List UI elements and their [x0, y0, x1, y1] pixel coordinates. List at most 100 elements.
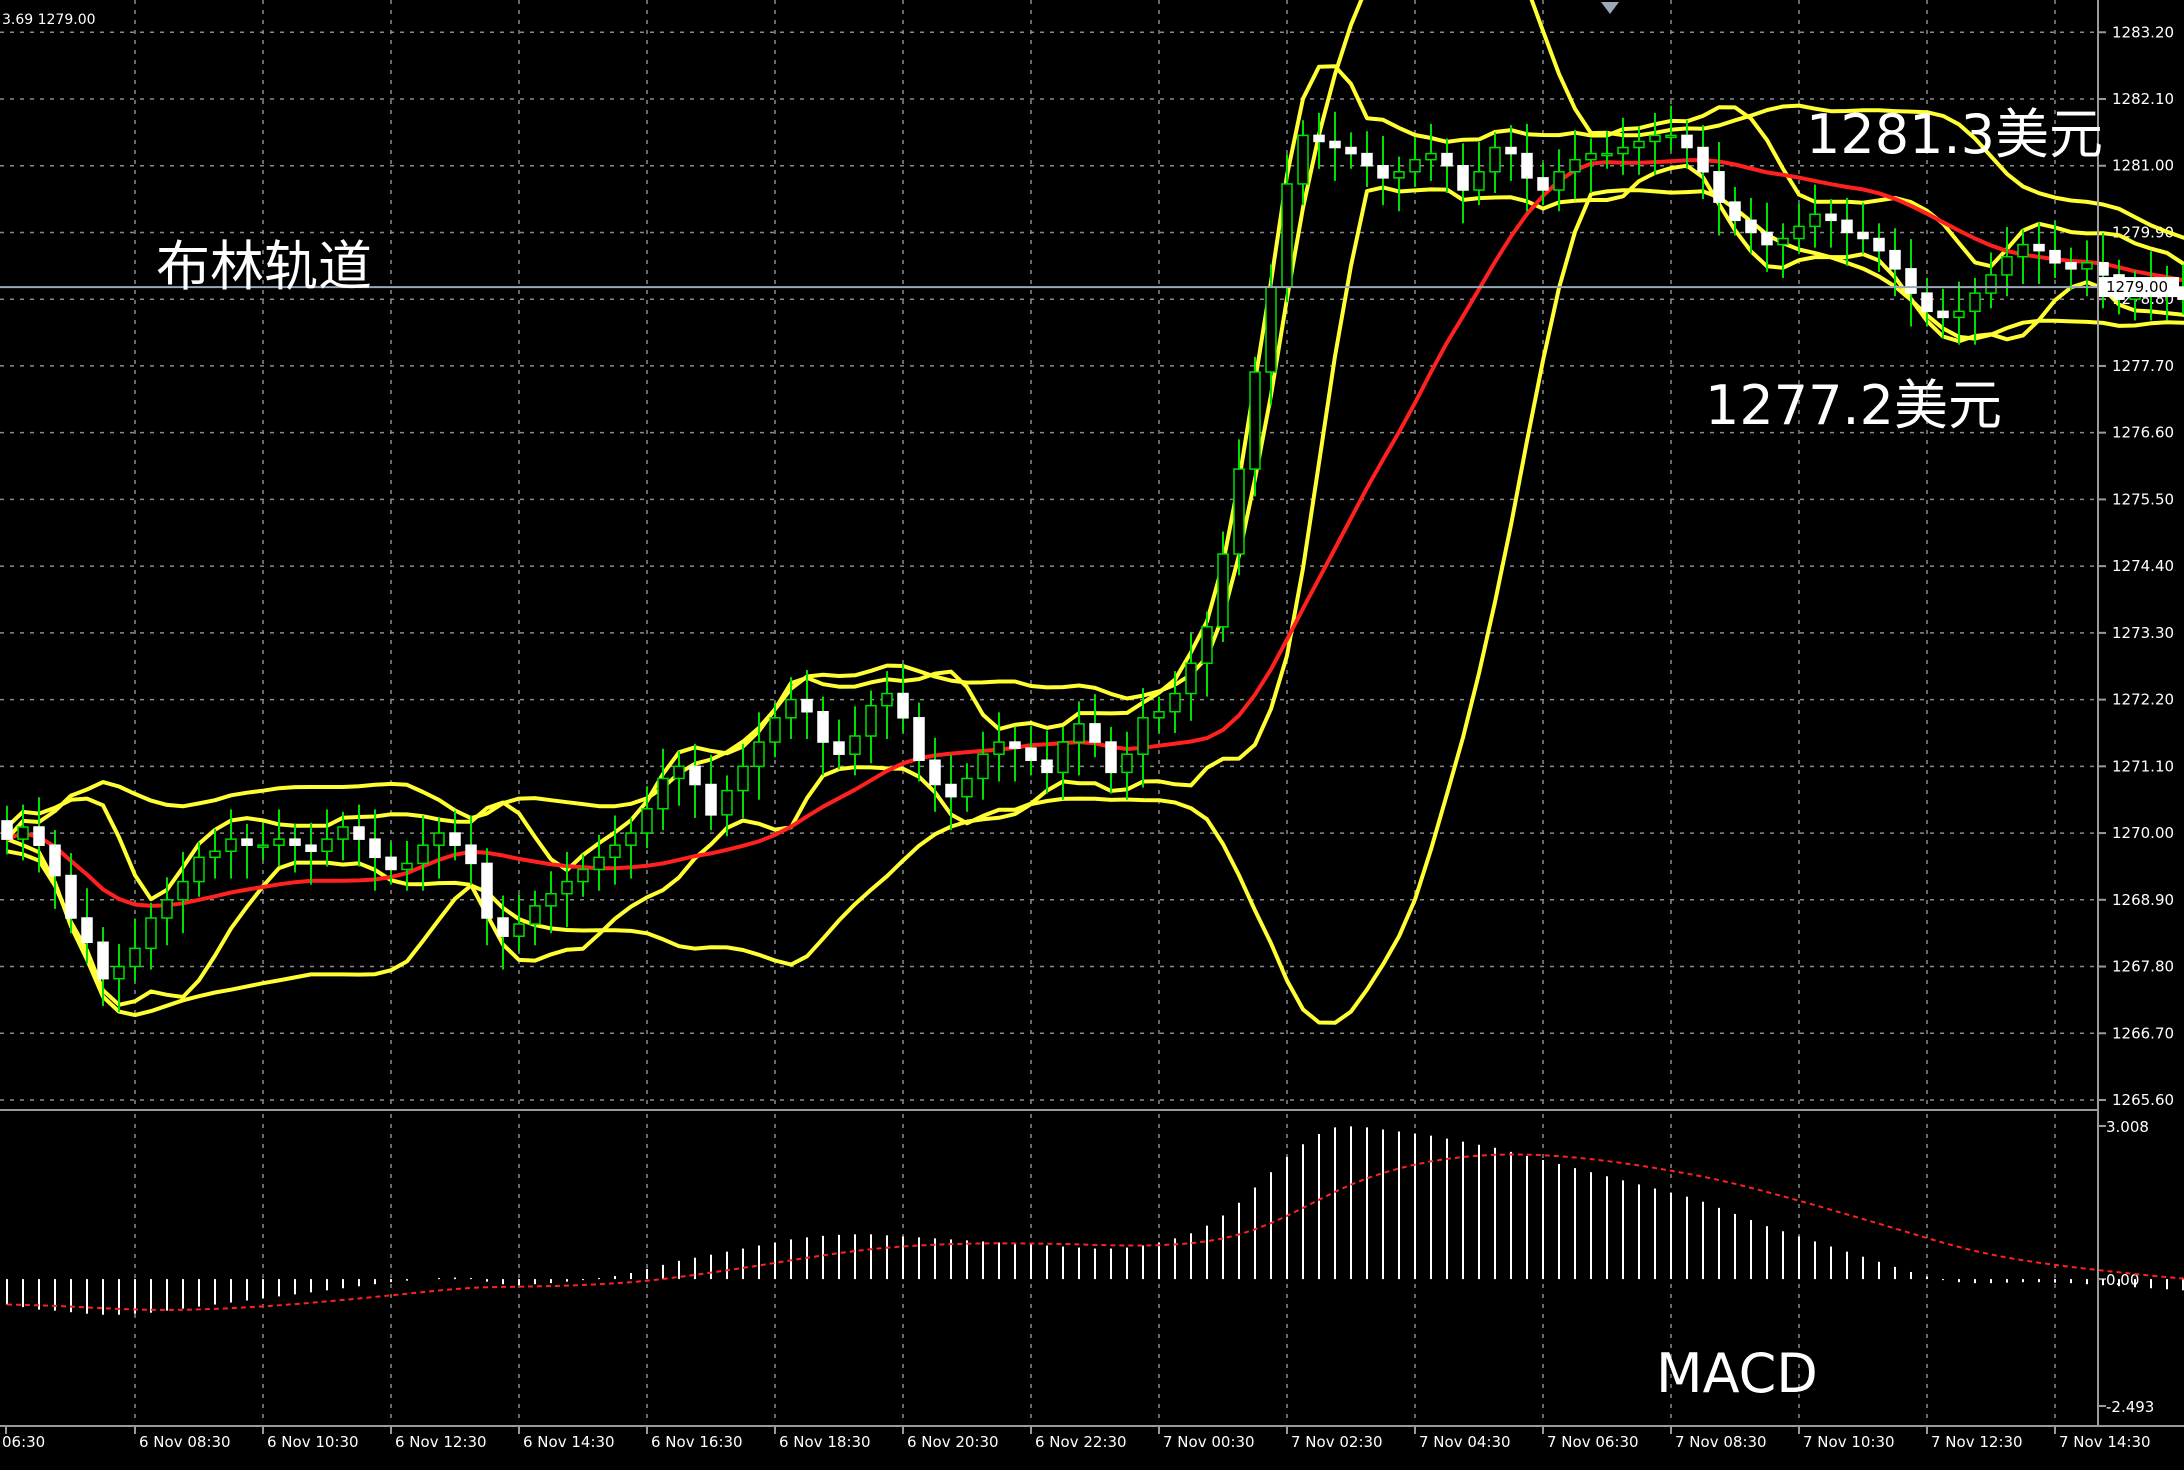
- candle-body: [1025, 747, 1037, 762]
- time-tick-label: 7 Nov 02:30: [1291, 1433, 1383, 1451]
- candle-body: [81, 917, 93, 944]
- candle-body: [209, 850, 221, 859]
- candle-body: [1681, 134, 1693, 149]
- candle-body: [1809, 213, 1821, 228]
- candle-body: [1425, 152, 1437, 161]
- candle-body: [721, 789, 733, 816]
- candle-body: [145, 917, 157, 950]
- candle-body: [1873, 237, 1885, 252]
- chart-window[interactable]: 1283.20 1282.10 1281.00 1279.90 1278.80 1277.…: [0, 0, 2184, 1466]
- current-price-value: 1279.00: [2106, 278, 2168, 296]
- candle-body: [1505, 146, 1517, 155]
- candle-body: [1217, 553, 1229, 628]
- candle-body: [1105, 741, 1117, 774]
- candle-body: [769, 717, 781, 743]
- macd-tick-label: 3.008: [2106, 1118, 2149, 1136]
- candle-body: [1633, 140, 1645, 149]
- candle-body: [657, 777, 669, 810]
- candle-body: [1201, 626, 1213, 664]
- macd-tick-label: -2.493: [2106, 1398, 2154, 1416]
- candle-body: [1793, 225, 1805, 240]
- candle-body: [225, 838, 237, 853]
- candle-body: [1985, 274, 1997, 294]
- candle-body: [753, 741, 765, 768]
- price-tick-label: 1266.70: [2112, 1024, 2174, 1042]
- time-tick-label: 7 Nov 14:30: [2059, 1433, 2151, 1451]
- time-tick-label: 6 Nov 10:30: [267, 1433, 359, 1451]
- candle-body: [1041, 759, 1053, 774]
- candle-body: [1409, 158, 1421, 173]
- candle-body: [1, 820, 13, 840]
- candle-body: [993, 741, 1005, 755]
- candle-body: [2081, 262, 2093, 270]
- price-tick-label: 1274.40: [2112, 557, 2174, 575]
- time-tick-label: 6 Nov 20:30: [907, 1433, 999, 1451]
- time-tick-label: 6 Nov 08:30: [139, 1433, 231, 1451]
- candle-body: [1665, 134, 1677, 139]
- candle-body: [1489, 146, 1501, 173]
- candle-body: [1889, 249, 1901, 270]
- candle-body: [49, 844, 61, 877]
- candle-body: [1361, 152, 1373, 167]
- candle-body: [2017, 243, 2029, 258]
- candle-body: [1153, 710, 1165, 719]
- time-tick-label: 6 Nov 14:30: [523, 1433, 615, 1451]
- candle-body: [1281, 183, 1293, 288]
- candle-body: [609, 844, 621, 859]
- candle-body: [97, 941, 109, 980]
- price-tick-label: 1272.20: [2112, 691, 2174, 709]
- candle-body: [305, 844, 317, 853]
- candle-body: [513, 923, 525, 937]
- candle-body: [401, 862, 413, 871]
- candle-body: [2033, 243, 2045, 252]
- candle-body: [785, 698, 797, 719]
- candle-body: [449, 832, 461, 846]
- candle-body: [17, 826, 29, 840]
- candle-body: [1921, 292, 1933, 313]
- bollinger-label: 布林轨道: [156, 235, 372, 298]
- candle-body: [161, 899, 173, 919]
- candle-body: [1553, 171, 1565, 191]
- price-tick-label: 1283.20: [2112, 23, 2174, 41]
- candle-body: [289, 838, 301, 846]
- candle-body: [897, 692, 909, 719]
- candle-body: [977, 753, 989, 780]
- candle-body: [673, 765, 685, 780]
- candle-body: [737, 765, 749, 792]
- time-tick-label: 6 Nov 18:30: [779, 1433, 871, 1451]
- candle-body: [1457, 164, 1469, 191]
- time-tick-label: 7 Nov 10:30: [1803, 1433, 1895, 1451]
- candle-body: [705, 783, 717, 816]
- candle-body: [1345, 146, 1357, 155]
- time-tick-label: 06:30: [2, 1433, 45, 1451]
- price-tick-label: 1270.00: [2112, 824, 2174, 842]
- ohlc-readout: 3.69 1279.00: [2, 12, 96, 28]
- candle-body: [1009, 741, 1021, 749]
- candle-body: [1825, 213, 1837, 222]
- candle-body: [1441, 152, 1453, 167]
- candle-body: [193, 856, 205, 883]
- time-tick-label: 7 Nov 04:30: [1419, 1433, 1511, 1451]
- candle-body: [529, 905, 541, 925]
- candle-body: [385, 856, 397, 871]
- candle-body: [321, 838, 333, 853]
- candle-body: [2097, 262, 2109, 276]
- candle-body: [2049, 249, 2061, 264]
- candle-body: [561, 880, 573, 895]
- candle-body: [801, 698, 813, 713]
- candle-body: [1697, 146, 1709, 173]
- candle-body: [593, 856, 605, 871]
- candle-body: [1761, 231, 1773, 246]
- candle-body: [113, 965, 125, 980]
- candle-body: [369, 838, 381, 859]
- candle-body: [1313, 134, 1325, 143]
- candle-body: [1377, 164, 1389, 179]
- candle-body: [1601, 152, 1613, 157]
- candle-body: [833, 741, 845, 755]
- candle-body: [545, 892, 557, 907]
- chart-canvas[interactable]: 1283.201282.101281.001279.901278.801277.…: [0, 0, 2184, 1466]
- price-tick-label: 1281.00: [2112, 157, 2174, 175]
- candle-body: [497, 917, 509, 937]
- candle-body: [1841, 219, 1853, 234]
- candle-body: [1521, 152, 1533, 179]
